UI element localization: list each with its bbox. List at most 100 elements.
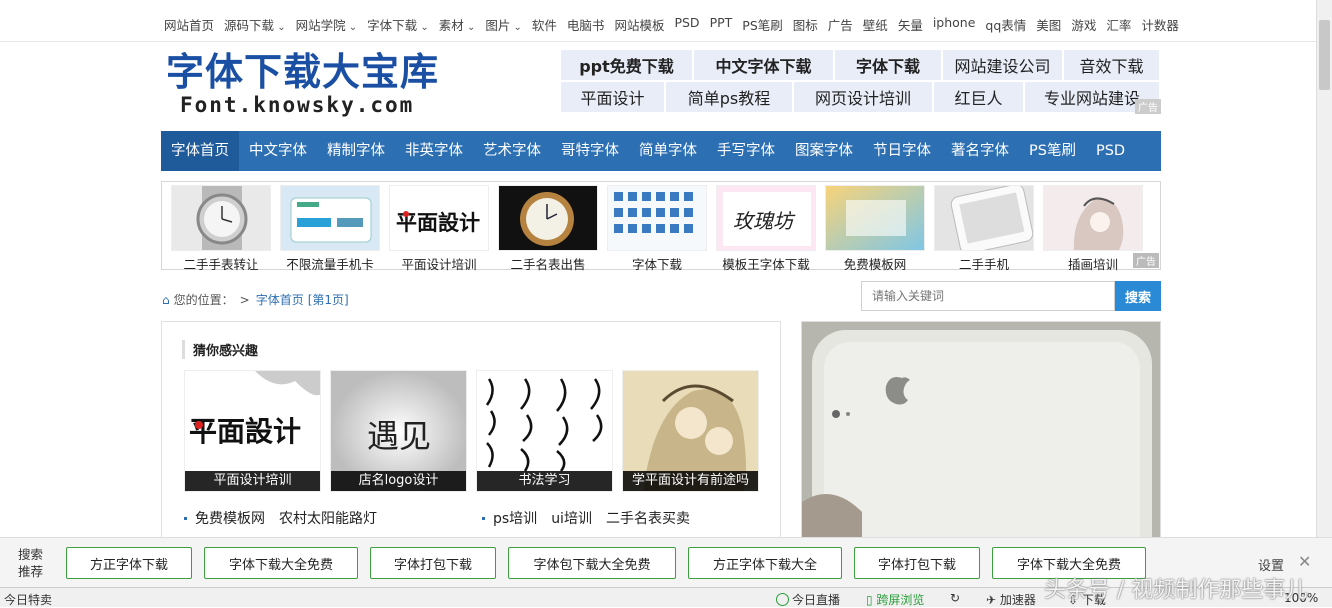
top-nav-item[interactable]: 汇率 bbox=[1106, 15, 1131, 34]
font-grid-image bbox=[607, 185, 707, 251]
main-nav-item[interactable]: 简单字体 bbox=[629, 131, 707, 171]
ad-link[interactable]: ppt免费下载 bbox=[561, 50, 692, 80]
panel-item[interactable]: 平面設计 平面设计培训 bbox=[184, 370, 321, 492]
thumb-item[interactable]: 字体下载 bbox=[607, 185, 707, 272]
top-nav-item[interactable]: iphone bbox=[933, 15, 976, 34]
ad-link[interactable]: 网站建设公司 bbox=[943, 50, 1062, 80]
main-nav-item[interactable]: 精制字体 bbox=[317, 131, 395, 171]
main-nav-item[interactable]: PSD bbox=[1086, 131, 1135, 171]
cross-screen-button[interactable]: ▯ 跨屏浏览 bbox=[866, 591, 924, 608]
thumb-item[interactable]: 插画培训 bbox=[1043, 185, 1143, 272]
ad-link[interactable]: 简单ps教程 bbox=[666, 82, 792, 112]
ad-link[interactable]: 中文字体下载 bbox=[694, 50, 833, 80]
top-nav-item[interactable]: 美图 bbox=[1036, 15, 1061, 34]
bullet-icon bbox=[482, 516, 485, 520]
breadcrumb: ⌂ 您的位置： > 字体首页 [第1页] bbox=[162, 291, 349, 308]
logo-title: 字体下载大宝库 bbox=[166, 50, 440, 94]
accelerator-button[interactable]: ✈ 加速器 bbox=[986, 591, 1036, 608]
top-nav-items: 网站首页源码下载网站学院字体下载素材图片软件电脑书网站模板 PSD PPT PS笔刷图… bbox=[164, 15, 1189, 34]
recommend-button[interactable]: 字体下载大全免费 bbox=[204, 547, 358, 579]
ad-tag: 广告 bbox=[1135, 99, 1161, 114]
top-nav-item[interactable]: 网站首页 bbox=[164, 15, 214, 34]
top-nav-item[interactable]: 图片 bbox=[485, 15, 522, 34]
thumb-item[interactable]: 免费模板网 bbox=[825, 185, 925, 272]
thumb-item[interactable]: 二手手表转让 bbox=[171, 185, 271, 272]
breadcrumb-link[interactable]: 字体首页 bbox=[256, 291, 304, 308]
ad-link[interactable]: 红巨人 bbox=[934, 82, 1023, 112]
recommend-button[interactable]: 字体打包下载 bbox=[370, 547, 496, 579]
thumb-item[interactable]: 玫瑰坊 模板王字体下载 bbox=[716, 185, 816, 272]
thumb-item[interactable]: 不限流量手机卡 bbox=[280, 185, 380, 272]
main-nav-item[interactable]: 艺术字体 bbox=[473, 131, 551, 171]
recommend-button[interactable]: 方正字体下载 bbox=[66, 547, 192, 579]
top-nav-item[interactable]: 矢量 bbox=[898, 15, 923, 34]
search-input[interactable] bbox=[861, 281, 1115, 311]
thumb-item[interactable]: 平面設计 平面设计培训 bbox=[389, 185, 489, 272]
ad-link[interactable]: 平面设计 bbox=[561, 82, 664, 112]
panel-item[interactable]: 遇见 店名logo设计 bbox=[330, 370, 467, 492]
panel-item[interactable]: 书法学习 bbox=[476, 370, 613, 492]
link-list-right: ps培训 ui培训 二手名表买卖 bbox=[482, 508, 704, 528]
illustration-image bbox=[1043, 185, 1143, 251]
top-nav-item[interactable]: PPT bbox=[710, 15, 733, 34]
top-nav-item[interactable]: 网站模板 bbox=[614, 15, 664, 34]
top-nav-item[interactable]: 网站学院 bbox=[296, 15, 358, 34]
panel-title: 猜你感兴趣 bbox=[182, 340, 258, 359]
panel-link[interactable]: 二手名表买卖 bbox=[606, 508, 690, 528]
main-nav-item[interactable]: 图案字体 bbox=[785, 131, 863, 171]
thumb-item[interactable]: 二手手机 bbox=[934, 185, 1034, 272]
top-nav-item[interactable]: 图标 bbox=[793, 15, 818, 34]
top-nav-item[interactable]: 软件 bbox=[532, 15, 557, 34]
refresh-icon[interactable]: ↻ bbox=[950, 591, 960, 605]
phone-image bbox=[934, 185, 1034, 251]
top-nav-item[interactable]: 计数器 bbox=[1141, 15, 1179, 34]
panel-link[interactable]: 农村太阳能路灯 bbox=[279, 508, 377, 528]
main-nav-item[interactable]: 字体首页 bbox=[161, 131, 239, 171]
page-indicator: [第1页] bbox=[307, 293, 349, 307]
panel-link[interactable]: ui培训 bbox=[551, 508, 592, 528]
top-nav-item[interactable]: PSD bbox=[674, 15, 699, 34]
top-nav-item[interactable]: 字体下载 bbox=[367, 15, 429, 34]
main-nav: 字体首页 中文字体 精制字体 非英字体 艺术字体 哥特字体 简单字体 手写字体 图案字体 节日字体… bbox=[161, 131, 1161, 171]
panel-link[interactable]: 免费模板网 bbox=[195, 508, 265, 528]
recommend-label: 搜索推荐 bbox=[18, 547, 44, 579]
panel-link[interactable]: ps培训 bbox=[493, 508, 537, 528]
bullet-icon bbox=[184, 516, 187, 520]
watch-image bbox=[171, 185, 271, 251]
ad-link[interactable]: 字体下载 bbox=[835, 50, 941, 80]
scrollbar[interactable] bbox=[1316, 0, 1332, 540]
search-button[interactable]: 搜索 bbox=[1115, 281, 1161, 311]
ad-link[interactable]: 音效下载 bbox=[1064, 50, 1159, 80]
top-nav-item[interactable]: qq表情 bbox=[985, 15, 1026, 34]
link-list-left: 免费模板网 农村太阳能路灯 bbox=[184, 508, 391, 528]
top-nav-item[interactable]: 素材 bbox=[439, 15, 476, 34]
thumb-ad-strip: 二手手表转让 不限流量手机卡 平面設计 平面设计培训 二手名表出售 字体下载 玫… bbox=[161, 181, 1161, 272]
top-nav-item[interactable]: 源码下载 bbox=[224, 15, 286, 34]
today-deals[interactable]: 今日特卖 bbox=[4, 591, 52, 608]
main-nav-item[interactable]: 非英字体 bbox=[395, 131, 473, 171]
scrollbar-thumb[interactable] bbox=[1319, 20, 1330, 90]
top-nav-item[interactable]: PS笔刷 bbox=[742, 15, 782, 34]
main-nav-item[interactable]: PS笔刷 bbox=[1019, 131, 1086, 171]
play-icon bbox=[776, 593, 789, 606]
main-nav-item[interactable]: 哥特字体 bbox=[551, 131, 629, 171]
main-nav-item[interactable]: 手写字体 bbox=[707, 131, 785, 171]
top-nav-item[interactable]: 电脑书 bbox=[567, 15, 605, 34]
close-icon[interactable]: ✕ bbox=[1298, 552, 1311, 571]
site-logo[interactable]: 字体下载大宝库 Font.knowsky.com bbox=[166, 50, 446, 122]
top-nav-item[interactable]: 游戏 bbox=[1071, 15, 1096, 34]
live-button[interactable]: 今日直播 bbox=[776, 591, 840, 608]
top-nav-item[interactable]: 广告 bbox=[828, 15, 853, 34]
panel-item[interactable]: 学平面设计有前途吗 bbox=[622, 370, 759, 492]
thumb-item[interactable]: 二手名表出售 bbox=[498, 185, 598, 272]
main-nav-item[interactable]: 中文字体 bbox=[239, 131, 317, 171]
search-box: 搜索 bbox=[861, 281, 1161, 311]
recommend-button[interactable]: 方正字体下载大全 bbox=[688, 547, 842, 579]
featured-phone-image[interactable] bbox=[801, 321, 1161, 551]
top-nav-item[interactable]: 壁纸 bbox=[863, 15, 888, 34]
recommend-button[interactable]: 字体包下载大全免费 bbox=[508, 547, 676, 579]
recommend-button[interactable]: 字体打包下载 bbox=[854, 547, 980, 579]
main-nav-item[interactable]: 节日字体 bbox=[863, 131, 941, 171]
ad-link[interactable]: 网页设计培训 bbox=[794, 82, 932, 112]
main-nav-item[interactable]: 著名字体 bbox=[941, 131, 1019, 171]
